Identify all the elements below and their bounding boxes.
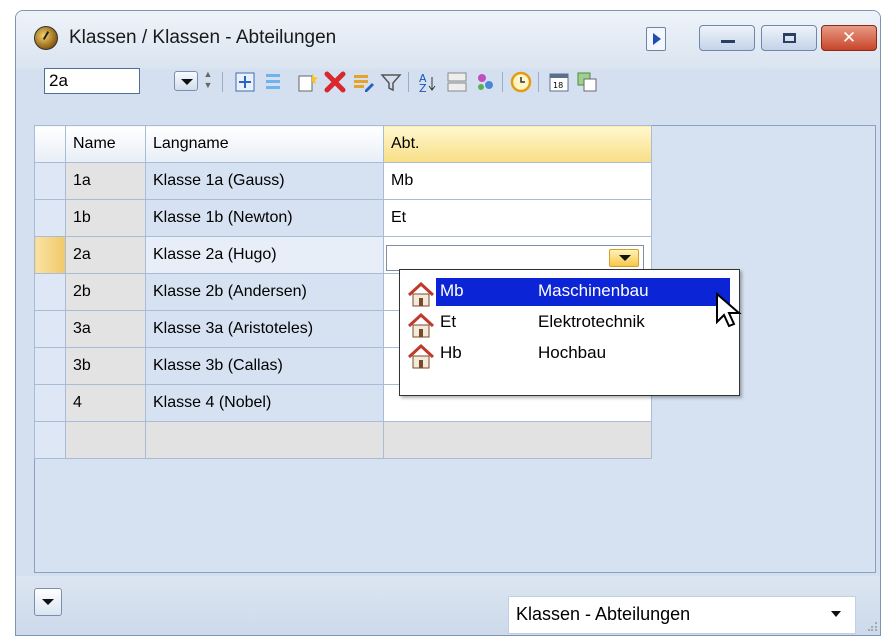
cell-langname[interactable]: Klasse 2a (Hugo) (145, 236, 384, 274)
cell-langname[interactable]: Klasse 1a (Gauss) (145, 162, 384, 200)
resize-grip-icon[interactable] (868, 621, 878, 631)
class-select[interactable]: 2a (44, 68, 140, 94)
dropdown-option-hb[interactable]: Hb Hochbau (400, 340, 739, 370)
separator (222, 72, 223, 92)
sort-icon[interactable]: AZ (418, 71, 440, 93)
class-dropdown-button[interactable] (174, 71, 198, 91)
cell-name[interactable]: 2b (65, 273, 146, 311)
toolbar: 2a ▲ ▼ AZ 18 (34, 63, 876, 103)
window: Klassen / Klassen - Abteilungen ✕ 2a ▲ ▼ … (15, 10, 881, 636)
cell-langname[interactable]: Klasse 2b (Andersen) (145, 273, 384, 311)
separator (538, 72, 539, 92)
title-bar: Klassen / Klassen - Abteilungen ✕ (16, 11, 880, 69)
table-row-new[interactable] (34, 421, 652, 459)
app-clock-icon (34, 26, 58, 50)
cell-name[interactable]: 1a (65, 162, 146, 200)
close-button[interactable]: ✕ (821, 25, 877, 51)
column-header-langname[interactable]: Langname (145, 125, 384, 163)
cell-langname[interactable]: Klasse 4 (Nobel) (145, 384, 384, 422)
row-selector[interactable] (34, 162, 66, 200)
calendar-icon[interactable]: 18 (548, 71, 570, 93)
cell-name[interactable]: 2a (65, 236, 146, 274)
row-selector[interactable] (34, 310, 66, 348)
row-selector[interactable] (34, 273, 66, 311)
cell-langname[interactable]: Klasse 3b (Callas) (145, 347, 384, 385)
maximize-icon (783, 33, 796, 43)
cell-langname[interactable]: Klasse 1b (Newton) (145, 199, 384, 237)
group-icon[interactable] (474, 71, 496, 93)
row-selector[interactable] (34, 384, 66, 422)
maximize-button[interactable] (761, 25, 817, 51)
svg-text:Z: Z (419, 82, 427, 93)
spin-icon[interactable]: ▲ ▼ (202, 69, 214, 93)
cell-name[interactable]: 3a (65, 310, 146, 348)
row-selector-header[interactable] (34, 125, 66, 163)
delete-icon[interactable] (324, 71, 346, 93)
cell-name[interactable]: 4 (65, 384, 146, 422)
dropdown-option-et[interactable]: Et Elektrotechnik (400, 309, 739, 339)
column-header-abt[interactable]: Abt. (383, 125, 652, 163)
option-code: Mb (440, 281, 464, 300)
svg-text:18: 18 (553, 81, 563, 90)
new-record-icon[interactable] (296, 71, 318, 93)
filter-icon[interactable] (380, 71, 402, 93)
department-house-icon (408, 313, 434, 338)
abt-dropdown-button[interactable] (609, 249, 639, 267)
clock-icon[interactable] (510, 71, 532, 93)
cell-abt[interactable]: Mb (383, 162, 652, 200)
grid-header-row: Name Langname Abt. (34, 125, 652, 163)
edit-icon[interactable] (352, 71, 374, 93)
grid-icon[interactable] (446, 71, 468, 93)
menu-dropdown-button[interactable] (34, 588, 62, 616)
table-row[interactable]: 1a Klasse 1a (Gauss) Mb (34, 162, 652, 200)
separator (408, 72, 409, 92)
row-selector[interactable] (34, 347, 66, 385)
cell-name[interactable]: 3b (65, 347, 146, 385)
abt-dropdown-list: Mb Maschinenbau Et Elektrotechnik Hb Hoc… (399, 269, 742, 396)
separator (502, 72, 503, 92)
cell-abt[interactable] (383, 421, 652, 459)
minimize-icon (721, 40, 735, 43)
minimize-button[interactable] (699, 25, 755, 51)
option-name: Elektrotechnik (538, 312, 645, 331)
row-selector[interactable] (34, 199, 66, 237)
option-name: Hochbau (538, 343, 607, 362)
cell-name[interactable] (65, 421, 146, 459)
abt-cell-editor[interactable] (386, 245, 644, 271)
option-code: Et (440, 312, 457, 331)
column-header-name[interactable]: Name (65, 125, 146, 163)
cell-langname[interactable] (145, 421, 384, 459)
details-icon[interactable] (234, 71, 256, 93)
chevron-down-icon[interactable] (831, 611, 841, 617)
table-row[interactable]: 1b Klasse 1b (Newton) Et (34, 199, 652, 237)
current-row-marker[interactable] (34, 236, 66, 274)
cell-name[interactable]: 1b (65, 199, 146, 237)
department-house-icon (408, 282, 434, 307)
row-selector[interactable] (34, 421, 66, 459)
cell-abt[interactable]: Et (383, 199, 652, 237)
copy-icon[interactable] (576, 71, 598, 93)
close-icon: ✕ (841, 28, 857, 48)
department-house-icon (408, 344, 434, 369)
option-name: Maschinenbau (538, 281, 649, 300)
option-code: Hb (440, 343, 462, 362)
play-icon[interactable] (646, 27, 666, 51)
status-bar: Klassen - Abteilungen (16, 576, 880, 635)
list-icon[interactable] (262, 71, 284, 93)
window-title: Klassen / Klassen - Abteilungen (69, 27, 337, 48)
cell-langname[interactable]: Klasse 3a (Aristoteles) (145, 310, 384, 348)
dropdown-option-mb[interactable]: Mb Maschinenbau (400, 278, 742, 328)
view-selector[interactable]: Klassen - Abteilungen (508, 596, 856, 634)
